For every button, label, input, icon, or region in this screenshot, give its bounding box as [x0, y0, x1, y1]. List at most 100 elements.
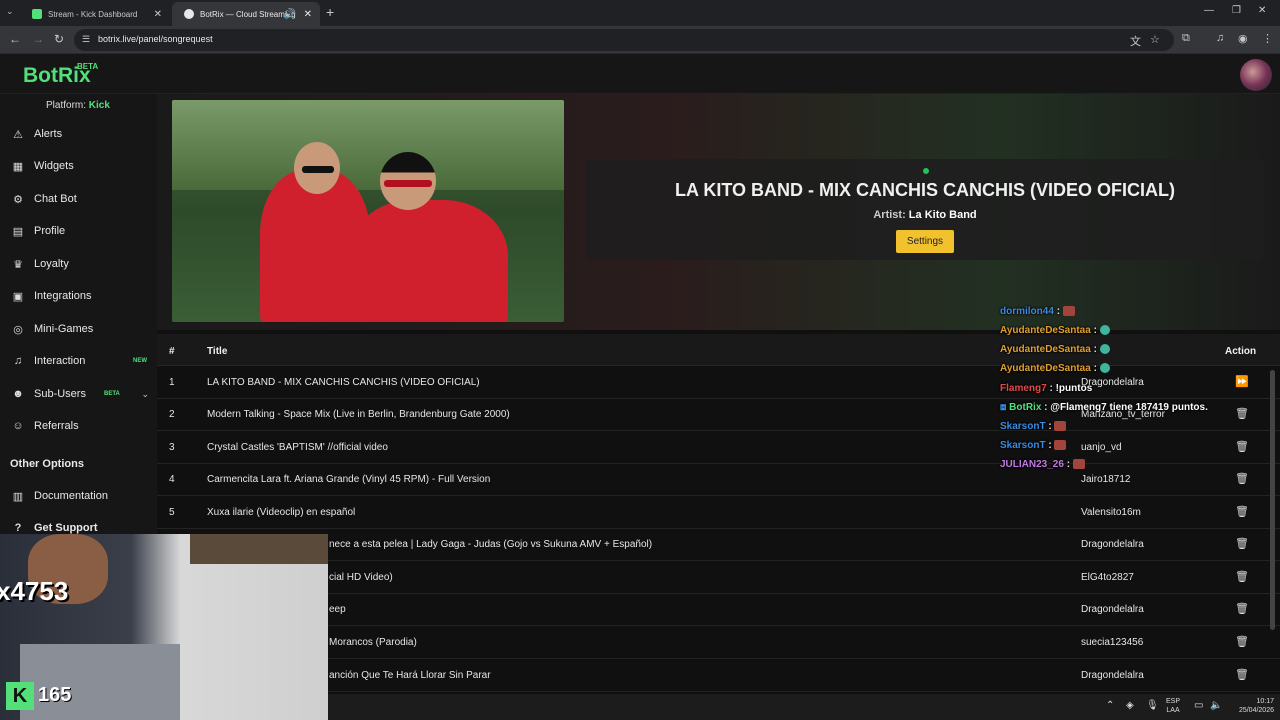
- media-icon[interactable]: ♫: [1216, 32, 1224, 44]
- chevron-up-icon[interactable]: ⌃: [1106, 700, 1114, 711]
- user-avatar[interactable]: [1240, 59, 1272, 91]
- chat-message: JULIAN23_26 :: [1000, 459, 1085, 475]
- grid-icon: ▦: [12, 160, 24, 173]
- row-requester: Dragondelalra: [1081, 539, 1144, 550]
- clock-time: 10:17: [1256, 698, 1274, 705]
- trash-icon[interactable]: 🗑: [1235, 570, 1249, 583]
- app-header: BotRix BETA: [0, 54, 1280, 94]
- app-tray-icon[interactable]: ◈: [1126, 700, 1134, 711]
- chat-separator: :: [1048, 421, 1052, 432]
- microphone-icon[interactable]: 🎙: [1146, 700, 1159, 711]
- new-tab-icon[interactable]: +: [326, 4, 334, 20]
- row-title: cial HD Video): [329, 572, 393, 583]
- sidebar-item-label: Profile: [34, 225, 66, 237]
- row-title: Carmencita Lara ft. Ariana Grande (Vinyl…: [207, 474, 491, 485]
- chevron-down-icon[interactable]: ⌄: [141, 389, 149, 400]
- tab-botrix[interactable]: BotRix — Cloud Streaming 🔊 ✕: [172, 2, 320, 26]
- tab-search-icon[interactable]: ⌄: [6, 6, 14, 17]
- row-requester: Dragondelalra: [1081, 604, 1144, 615]
- logo-beta-badge: BETA: [77, 62, 99, 71]
- sidebar-item-profile[interactable]: ▤ Profile: [10, 220, 155, 242]
- sidebar-item-sub-users[interactable]: ☻ Sub-Users BETA ⌄: [10, 383, 155, 405]
- trash-icon[interactable]: 🗑: [1235, 505, 1249, 518]
- video-player[interactable]: [172, 100, 564, 322]
- url-text: botrix.live/panel/songrequest: [98, 34, 213, 44]
- close-tab-icon[interactable]: ✕: [154, 9, 162, 20]
- chat-message: AyudanteDeSantaa :: [1000, 325, 1110, 341]
- chat-separator: :: [1093, 363, 1097, 374]
- sidebar-item-label: Interaction: [34, 355, 86, 367]
- volume-icon[interactable]: 🔈: [1210, 700, 1222, 711]
- row-requester: uanjo_vd: [1081, 442, 1122, 453]
- lang-bottom: LAA: [1166, 707, 1180, 714]
- row-number: 2: [169, 409, 175, 420]
- queue-scrollbar[interactable]: [1270, 370, 1275, 630]
- audio-playing-icon[interactable]: 🔊: [284, 9, 296, 20]
- trash-icon[interactable]: 🗑: [1235, 440, 1249, 453]
- address-bar[interactable]: ☰ botrix.live/panel/songrequest 文 ☆: [74, 29, 1174, 51]
- sidebar-item-interaction[interactable]: ♫ Interaction NEW: [10, 350, 155, 372]
- sidebar-item-widgets[interactable]: ▦ Widgets: [10, 155, 155, 177]
- gamepad-icon: ◎: [13, 323, 23, 336]
- profile-icon[interactable]: ◉: [1238, 32, 1248, 45]
- sidebar-item-referrals[interactable]: ☺ Referrals: [10, 415, 155, 437]
- close-window-icon[interactable]: ✕: [1258, 5, 1266, 16]
- menu-icon[interactable]: ⋮: [1262, 32, 1273, 45]
- network-icon[interactable]: ▭: [1194, 700, 1203, 711]
- robot-icon: ⚙: [13, 193, 23, 206]
- back-icon[interactable]: ←: [9, 32, 21, 46]
- input-language-indicator[interactable]: ESP LAA: [1166, 697, 1180, 715]
- bookmark-star-icon[interactable]: ☆: [1150, 33, 1160, 46]
- user-plus-icon: ☺: [12, 420, 24, 432]
- table-row: 3 Crystal Castles 'BAPTISM' //official vi…: [157, 432, 1280, 464]
- users-icon: ☻: [12, 388, 24, 400]
- trash-icon[interactable]: 🗑: [1235, 635, 1249, 648]
- tab-label: BotRix — Cloud Streaming: [200, 9, 296, 19]
- skip-forward-icon[interactable]: ⏩: [1235, 375, 1249, 388]
- tab-kick-dashboard[interactable]: Stream - Kick Dashboard ✕: [20, 2, 170, 26]
- settings-button[interactable]: Settings: [896, 230, 954, 253]
- sidebar-item-documentation[interactable]: ▥ Documentation: [10, 485, 155, 507]
- trash-icon[interactable]: 🗑: [1235, 602, 1249, 615]
- translate-icon[interactable]: 文: [1130, 33, 1141, 49]
- sidebar-item-alerts[interactable]: ⚠ Alerts: [10, 123, 155, 145]
- site-info-icon[interactable]: ☰: [82, 34, 90, 45]
- table-row: 1 LA KITO BAND - MIX CANCHIS CANCHIS (VID…: [157, 367, 1280, 399]
- row-number: 4: [169, 474, 175, 485]
- trash-icon[interactable]: 🗑: [1235, 668, 1249, 681]
- close-tab-icon[interactable]: ✕: [304, 9, 312, 20]
- plug-icon: ▣: [12, 290, 24, 303]
- trash-icon[interactable]: 🗑: [1235, 537, 1249, 550]
- sidebar-item-integrations[interactable]: ▣ Integrations: [10, 285, 155, 307]
- chat-separator: :: [1093, 325, 1097, 336]
- minimize-icon[interactable]: —: [1204, 5, 1214, 16]
- sidebar-item-mini-games[interactable]: ◎ Mini-Games: [10, 318, 155, 340]
- sidebar-item-loyalty[interactable]: ♛ Loyalty: [10, 253, 155, 275]
- book-icon: ▥: [12, 490, 24, 503]
- platform-indicator: Platform: Kick: [46, 100, 110, 111]
- music-icon: ♫: [13, 355, 23, 367]
- row-requester: Valensito16m: [1081, 507, 1141, 518]
- forward-icon[interactable]: →: [32, 32, 44, 46]
- sidebar-item-label: Alerts: [34, 128, 63, 140]
- warning-icon: ⚠: [13, 128, 23, 141]
- maximize-icon[interactable]: ❐: [1232, 5, 1241, 16]
- row-title: LA KITO BAND - MIX CANCHIS CANCHIS (VIDE…: [207, 377, 480, 388]
- clock-date: 25/04/2026: [1238, 707, 1274, 714]
- chat-username: SkarsonT: [1000, 440, 1046, 451]
- reload-icon[interactable]: ↻: [54, 32, 64, 46]
- row-title: Modern Talking - Space Mix (Live in Berl…: [207, 409, 510, 420]
- lang-top: ESP: [1166, 698, 1181, 705]
- trash-icon[interactable]: 🗑: [1235, 407, 1249, 420]
- sidebar-item-chat-bot[interactable]: ⚙ Chat Bot: [10, 188, 155, 210]
- tab-label: Stream - Kick Dashboard: [48, 9, 138, 19]
- extensions-icon[interactable]: ⧉: [1182, 32, 1190, 45]
- webcam-bed: [20, 644, 180, 720]
- row-number: 5: [169, 507, 175, 518]
- system-clock[interactable]: 10:17 25/04/2026: [1228, 697, 1274, 715]
- trash-icon[interactable]: 🗑: [1235, 472, 1249, 485]
- chat-message: AyudanteDeSantaa :: [1000, 344, 1110, 360]
- artist-label: Artist:: [873, 209, 906, 221]
- kick-favicon-icon: [32, 9, 42, 19]
- browser-toolbar: ← → ↻ ☰ botrix.live/panel/songrequest 文 …: [0, 26, 1280, 54]
